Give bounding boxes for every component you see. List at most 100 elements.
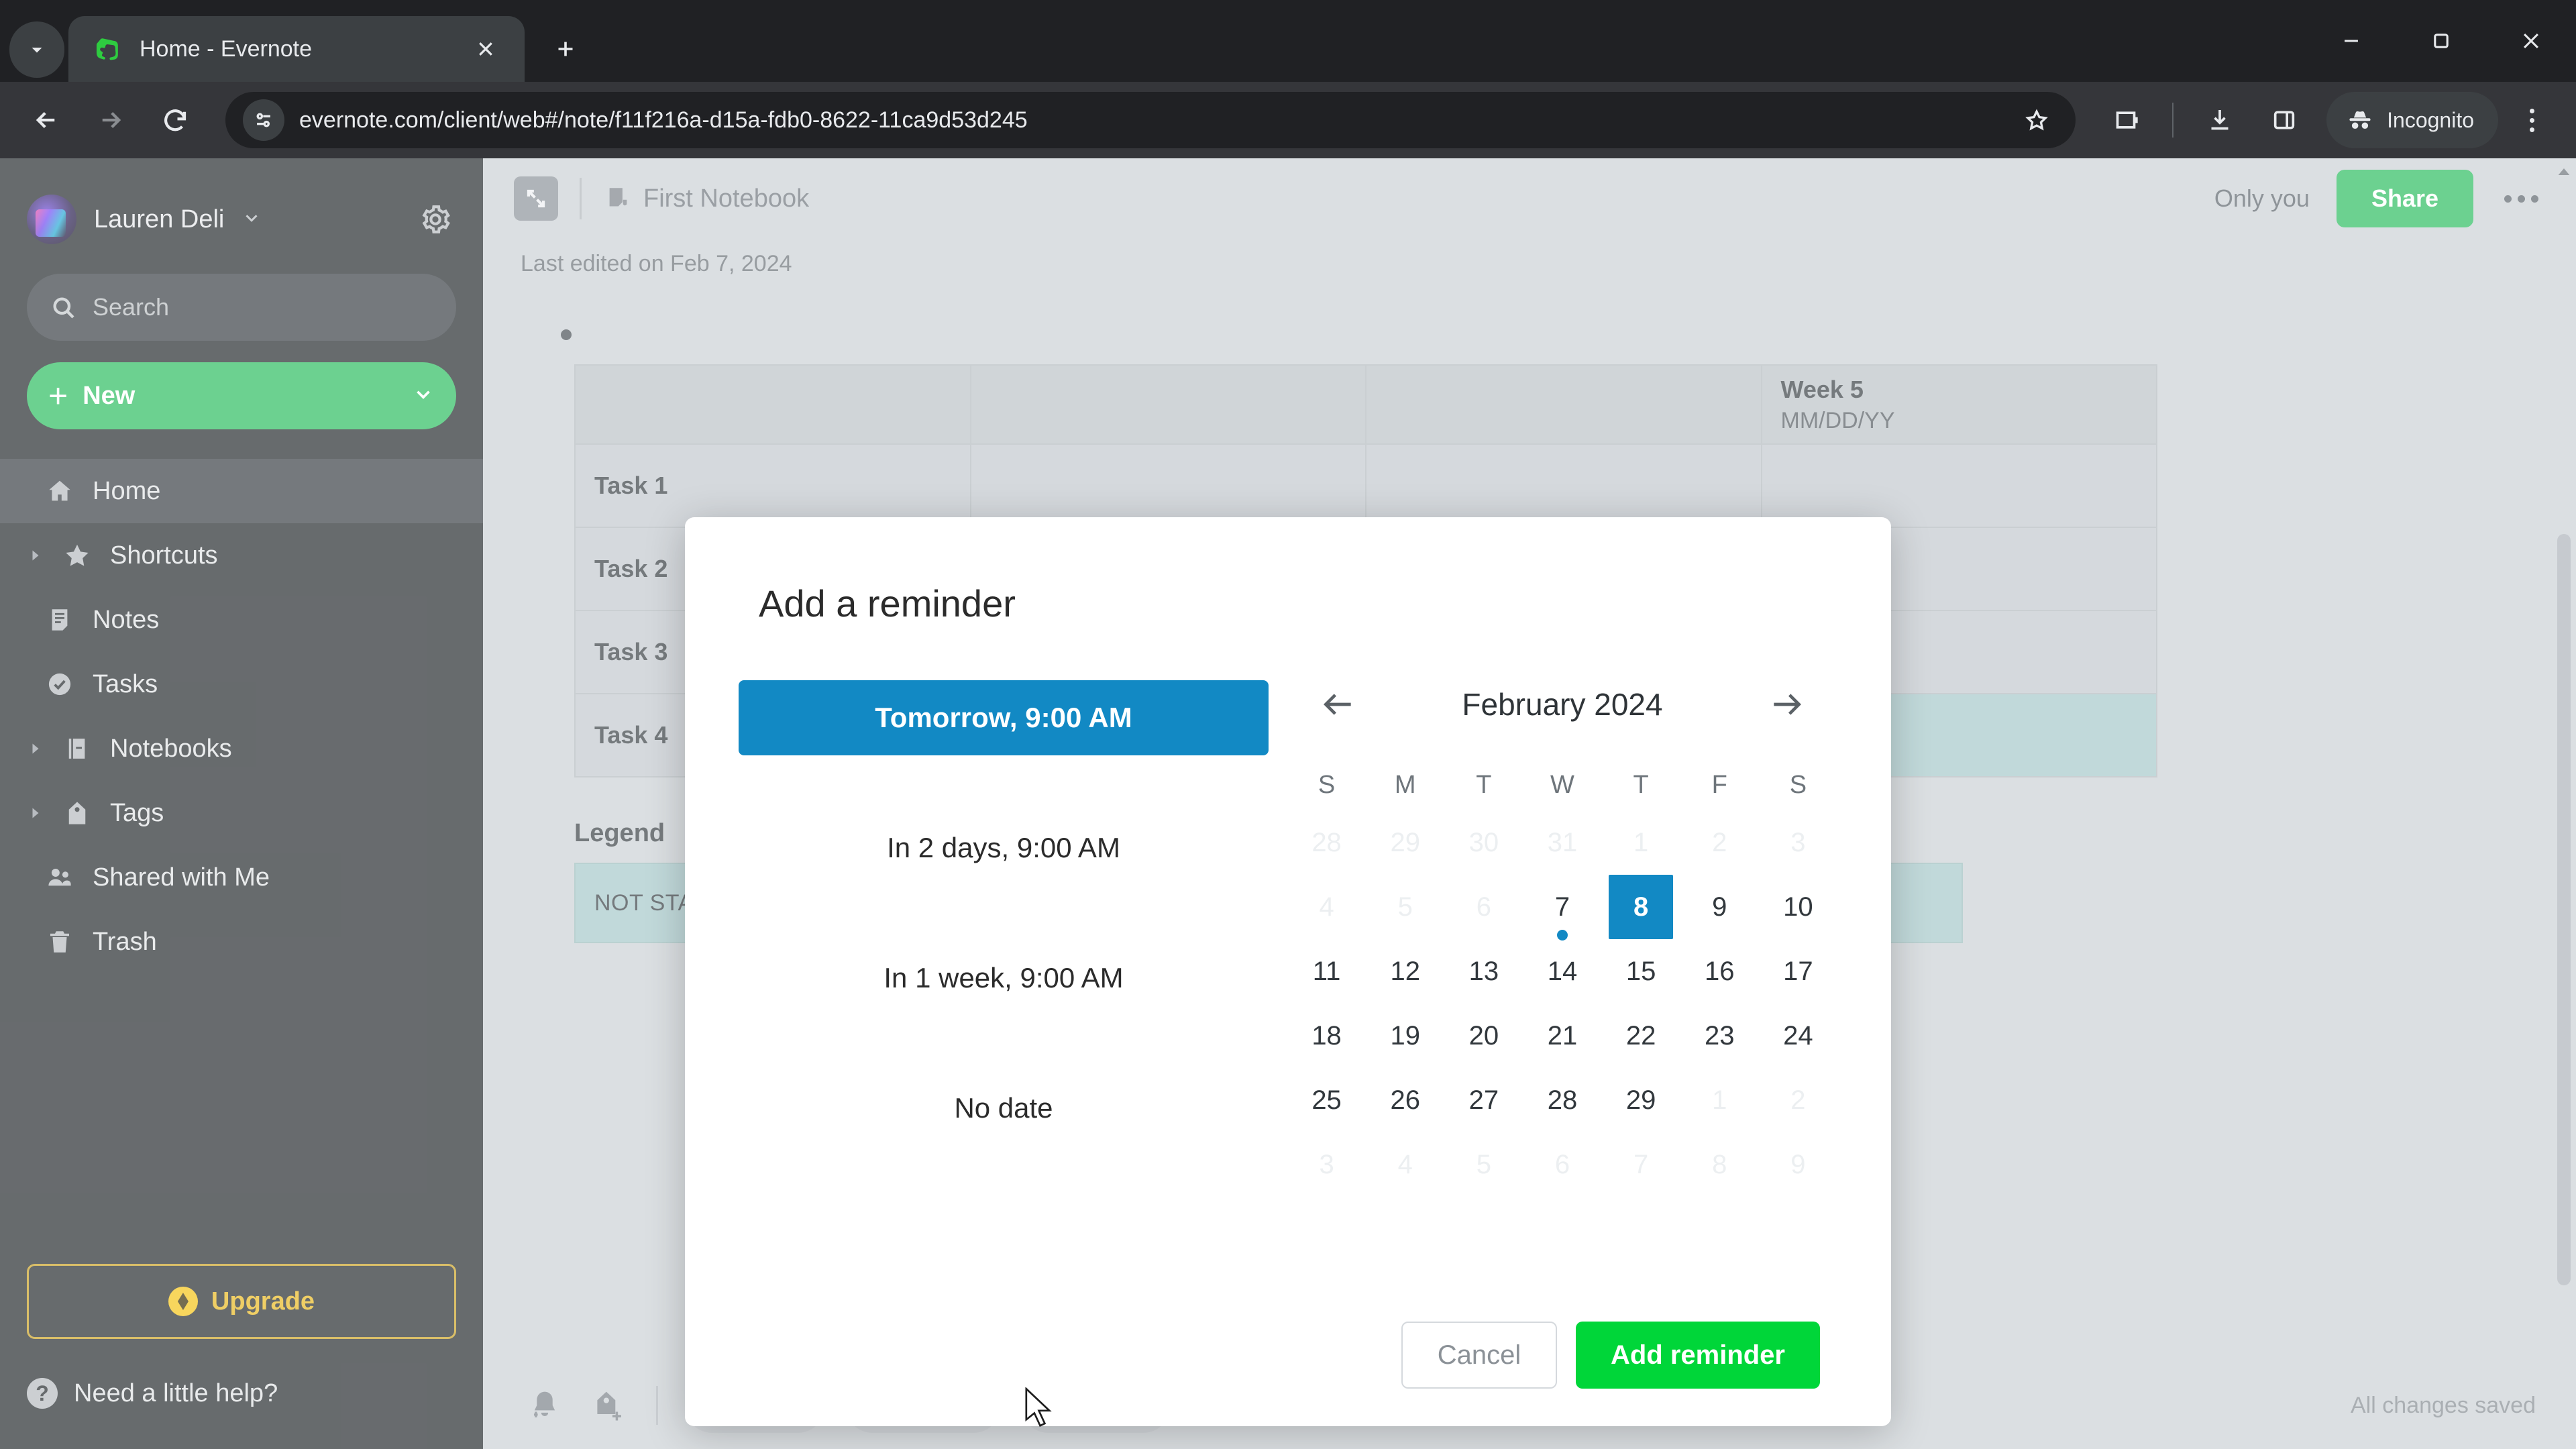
calendar-day-label: 8 xyxy=(1609,875,1674,939)
back-button[interactable] xyxy=(17,91,75,149)
incognito-label: Incognito xyxy=(2387,107,2474,132)
forward-arrow-icon xyxy=(102,112,121,128)
calendar-day-30: 30 xyxy=(1444,810,1523,875)
weekday-header: S xyxy=(1789,770,1807,799)
new-tab-button[interactable] xyxy=(541,24,590,74)
calendar-day-15[interactable]: 15 xyxy=(1602,939,1680,1004)
tab-title: Home - Evernote xyxy=(140,36,312,62)
preset-no-date[interactable]: No date xyxy=(739,1071,1269,1146)
close-window-button[interactable] xyxy=(2486,0,2576,82)
calendar-day-label: 20 xyxy=(1468,1020,1499,1051)
add-reminder-button[interactable]: Add reminder xyxy=(1575,1322,1820,1389)
calendar-day-label: 9 xyxy=(1790,1149,1806,1179)
chevron-down-icon xyxy=(32,48,42,53)
calendar-day-label: 27 xyxy=(1468,1085,1499,1115)
calendar-day-label: 25 xyxy=(1311,1085,1342,1115)
calendar-day-label: 5 xyxy=(1476,1149,1491,1179)
add-reminder-dialog: Add a reminder Tomorrow, 9:00 AM In 2 da… xyxy=(685,517,1891,1426)
incognito-indicator[interactable]: Incognito xyxy=(2326,92,2498,148)
calendar-day-label: 28 xyxy=(1311,827,1342,857)
preset-tomorrow[interactable]: Tomorrow, 9:00 AM xyxy=(739,680,1269,755)
calendar-day-25[interactable]: 25 xyxy=(1287,1068,1366,1132)
calendar-day-22[interactable]: 22 xyxy=(1602,1004,1680,1068)
weekday-header: F xyxy=(1711,770,1727,799)
calendar-day-24[interactable]: 24 xyxy=(1759,1004,1837,1068)
calendar-day-label: 13 xyxy=(1468,956,1499,986)
incognito-icon xyxy=(2349,111,2371,129)
reload-icon xyxy=(164,109,186,131)
calendar-day-label: 26 xyxy=(1390,1085,1420,1115)
calendar-day-label: 3 xyxy=(1790,827,1806,857)
extensions-icon xyxy=(2116,111,2138,129)
calendar-month-label: February 2024 xyxy=(1462,687,1663,722)
calendar-day-11[interactable]: 11 xyxy=(1287,939,1366,1004)
cancel-button[interactable]: Cancel xyxy=(1401,1322,1557,1389)
calendar-day-label: 12 xyxy=(1390,956,1420,986)
calendar-day-label: 21 xyxy=(1547,1020,1578,1051)
right-arrow-icon xyxy=(1774,694,1801,715)
browser-tab[interactable]: Home - Evernote xyxy=(68,16,525,82)
weekday-header: W xyxy=(1550,770,1574,799)
calendar-day-18[interactable]: 18 xyxy=(1287,1004,1366,1068)
calendar-day-9[interactable]: 9 xyxy=(1680,875,1759,939)
calendar-day-label: 2 xyxy=(1712,827,1727,857)
calendar-day-19[interactable]: 19 xyxy=(1366,1004,1444,1068)
calendar-day-7[interactable]: 7 xyxy=(1523,875,1601,941)
calendar-day-9: 9 xyxy=(1759,1132,1837,1197)
calendar-day-label: 30 xyxy=(1468,827,1499,857)
calendar-day-29[interactable]: 29 xyxy=(1602,1068,1680,1132)
calendar-day-label: 28 xyxy=(1547,1085,1578,1115)
calendar-day-14[interactable]: 14 xyxy=(1523,939,1601,1004)
calendar-day-28[interactable]: 28 xyxy=(1523,1068,1601,1132)
calendar-day-20[interactable]: 20 xyxy=(1444,1004,1523,1068)
calendar-day-8[interactable]: 8 xyxy=(1602,875,1680,939)
calendar-day-label: 9 xyxy=(1712,892,1727,922)
calendar-day-8: 8 xyxy=(1680,1132,1759,1197)
calendar-day-26[interactable]: 26 xyxy=(1366,1068,1444,1132)
bookmark-button[interactable] xyxy=(2012,96,2061,144)
side-panel-button[interactable] xyxy=(2255,91,2313,149)
calendar-day-21[interactable]: 21 xyxy=(1523,1004,1601,1068)
reload-button[interactable] xyxy=(146,91,204,149)
next-month-button[interactable] xyxy=(1760,678,1813,731)
preset-in-1-week[interactable]: In 1 week, 9:00 AM xyxy=(739,941,1269,1016)
window-close-icon xyxy=(2523,33,2539,49)
three-dot-menu-icon xyxy=(2529,108,2534,132)
calendar-day-17[interactable]: 17 xyxy=(1759,939,1837,1004)
minimize-button[interactable] xyxy=(2306,0,2396,82)
browser-window: Home - Evernote evernote.com/client/web#… xyxy=(0,0,2576,1449)
close-icon xyxy=(479,42,492,56)
calendar-day-23[interactable]: 23 xyxy=(1680,1004,1759,1068)
forward-button[interactable] xyxy=(82,91,140,149)
calendar-day-label: 22 xyxy=(1625,1020,1656,1051)
calendar-day-5: 5 xyxy=(1444,1132,1523,1197)
tab-close-button[interactable] xyxy=(467,30,504,68)
calendar-day-label: 4 xyxy=(1397,1149,1413,1179)
dialog-body: Tomorrow, 9:00 AM In 2 days, 9:00 AM In … xyxy=(739,675,1837,1316)
calendar-day-12[interactable]: 12 xyxy=(1366,939,1444,1004)
preset-in-2-days[interactable]: In 2 days, 9:00 AM xyxy=(739,810,1269,885)
evernote-elephant-icon xyxy=(96,38,118,60)
site-settings-icon xyxy=(256,113,270,127)
calendar-day-1: 1 xyxy=(1602,810,1680,875)
previous-month-button[interactable] xyxy=(1311,678,1365,731)
calendar-day-13[interactable]: 13 xyxy=(1444,939,1523,1004)
maximize-button[interactable] xyxy=(2396,0,2486,82)
calendar-day-label: 16 xyxy=(1705,956,1735,986)
calendar-day-16[interactable]: 16 xyxy=(1680,939,1759,1004)
tab-search-button[interactable] xyxy=(9,21,64,78)
browser-menu-button[interactable] xyxy=(2505,91,2559,149)
calendar-day-label: 2 xyxy=(1790,1085,1806,1115)
calendar-day-10[interactable]: 10 xyxy=(1759,875,1837,939)
calendar-header: February 2024 xyxy=(1287,678,1837,731)
site-info-button[interactable] xyxy=(243,99,284,141)
calendar-day-label: 6 xyxy=(1476,892,1491,922)
calendar-day-7: 7 xyxy=(1602,1132,1680,1197)
extensions-button[interactable] xyxy=(2097,91,2155,149)
calendar-day-31: 31 xyxy=(1523,810,1601,875)
address-bar[interactable]: evernote.com/client/web#/note/f11f216a-d… xyxy=(225,92,2076,148)
calendar-day-27[interactable]: 27 xyxy=(1444,1068,1523,1132)
calendar-day-label: 14 xyxy=(1547,956,1578,986)
calendar-day-3: 3 xyxy=(1287,1132,1366,1197)
downloads-button[interactable] xyxy=(2191,91,2249,149)
